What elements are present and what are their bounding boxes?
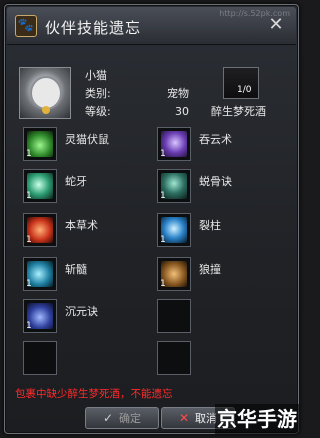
skill-name: 吞云术 [199, 133, 232, 146]
skill-level: 1 [160, 235, 166, 245]
pet-type-label: 类别: [85, 87, 111, 100]
empty-skill-slot[interactable] [157, 341, 287, 381]
confirm-label: 确定 [119, 412, 142, 425]
cat-face-icon [30, 76, 62, 110]
empty-skill-slot[interactable] [157, 299, 287, 339]
skill-name: 狼撞 [199, 263, 221, 276]
confirm-button[interactable]: ✓ 确定 [85, 407, 159, 429]
check-icon: ✓ [102, 411, 114, 425]
skill-item[interactable]: 1 蜕骨诀 [157, 169, 287, 209]
skill-item[interactable]: 1 蛇牙 [23, 169, 153, 209]
pet-level-label: 等级: [85, 105, 111, 118]
skill-item[interactable]: 1 本草术 [23, 213, 153, 253]
window-title: 伙伴技能遗忘 [45, 19, 142, 37]
skill-level: 1 [160, 191, 166, 201]
skill-name: 斩髓 [65, 263, 87, 276]
skill-item[interactable]: 1 狼撞 [157, 257, 287, 297]
skill-forget-window: 🐾 伙伴技能遗忘 http://s.52pk.com ✕ 小猫 类别: 宠物 等级… [4, 4, 299, 434]
empty-skill-slot[interactable] [23, 341, 153, 381]
skill-slot[interactable]: 1 [157, 257, 191, 291]
skill-level: 1 [26, 279, 32, 289]
skill-slot[interactable]: 1 [23, 257, 57, 291]
skill-item[interactable]: 1 灵猫伏鼠 [23, 127, 153, 167]
skill-item[interactable]: 1 沉元诀 [23, 299, 153, 339]
close-button[interactable]: ✕ [266, 16, 286, 36]
pet-level-value: 30 [175, 105, 189, 118]
skill-slot[interactable]: 1 [157, 127, 191, 161]
skill-name: 裂柱 [199, 219, 221, 232]
missing-item-warning: 包裹中缺少醉生梦死酒，不能遗忘 [15, 388, 173, 400]
skill-slot[interactable]: 1 [23, 127, 57, 161]
skill-name: 本草术 [65, 219, 98, 232]
skill-level: 1 [160, 279, 166, 289]
skill-item[interactable]: 1 斩髓 [23, 257, 153, 297]
skill-slot[interactable]: 1 [23, 169, 57, 203]
skill-name: 灵猫伏鼠 [65, 133, 109, 146]
skill-name: 蜕骨诀 [199, 175, 232, 188]
pet-type-value: 宠物 [167, 87, 189, 100]
skill-level: 1 [26, 149, 32, 159]
paw-icon: 🐾 [15, 15, 37, 37]
close-icon: ✕ [178, 411, 190, 425]
cancel-label: 取消 [195, 412, 218, 425]
skill-slot[interactable] [157, 299, 191, 333]
bell-icon [42, 106, 50, 114]
skill-slot[interactable]: 1 [23, 213, 57, 247]
skill-level: 1 [26, 191, 32, 201]
pet-name: 小猫 [85, 69, 107, 82]
skill-slot[interactable]: 1 [157, 169, 191, 203]
skill-name: 沉元诀 [65, 305, 98, 318]
required-item-count: 1/0 [237, 85, 252, 95]
pet-info: 小猫 类别: 宠物 等级: 30 1/0 醉生梦死酒 [19, 67, 291, 123]
skill-slot[interactable] [157, 341, 191, 375]
pet-level-row: 等级: 30 [85, 103, 189, 119]
site-logo: 京华手游 [215, 404, 299, 434]
skill-item[interactable]: 1 吞云术 [157, 127, 287, 167]
skill-slot[interactable] [23, 341, 57, 375]
required-item-name: 醉生梦死酒 [211, 105, 266, 118]
skill-level: 1 [26, 235, 32, 245]
pet-avatar [19, 67, 71, 119]
skill-slot[interactable]: 1 [23, 299, 57, 333]
skill-level: 1 [26, 321, 32, 331]
title-bar[interactable]: 🐾 伙伴技能遗忘 http://s.52pk.com ✕ [7, 7, 296, 45]
skill-name: 蛇牙 [65, 175, 87, 188]
skill-slot[interactable]: 1 [157, 213, 191, 247]
skill-level: 1 [160, 149, 166, 159]
pet-type-row: 类别: 宠物 [85, 85, 189, 101]
skill-item[interactable]: 1 裂柱 [157, 213, 287, 253]
